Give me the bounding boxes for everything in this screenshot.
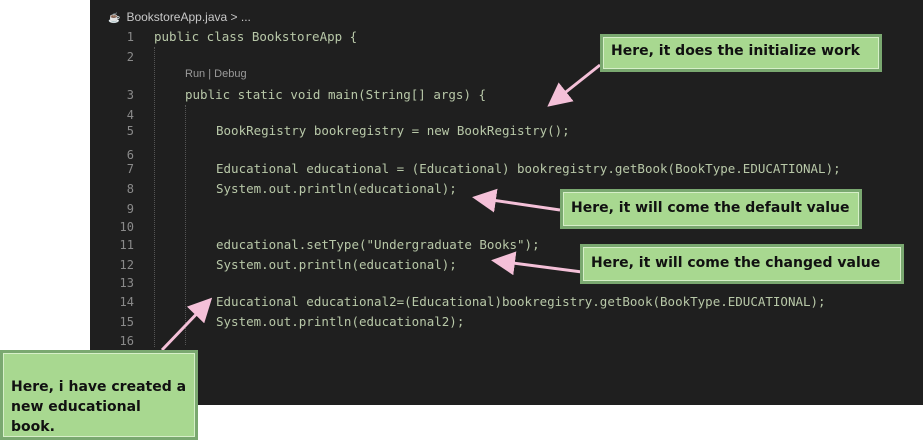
- arrow-init: [547, 63, 601, 107]
- arrow-created: [160, 297, 213, 352]
- callout-initialize: Here, it does the initialize work: [600, 34, 882, 72]
- callout-changed-value: Here, it will come the changed value: [580, 244, 904, 284]
- arrow-default: [472, 188, 561, 213]
- callout-default-value: Here, it will come the default value: [560, 189, 862, 229]
- callout-created-book: Here, i have created a new educational b…: [0, 350, 198, 440]
- arrow-changed: [491, 251, 583, 276]
